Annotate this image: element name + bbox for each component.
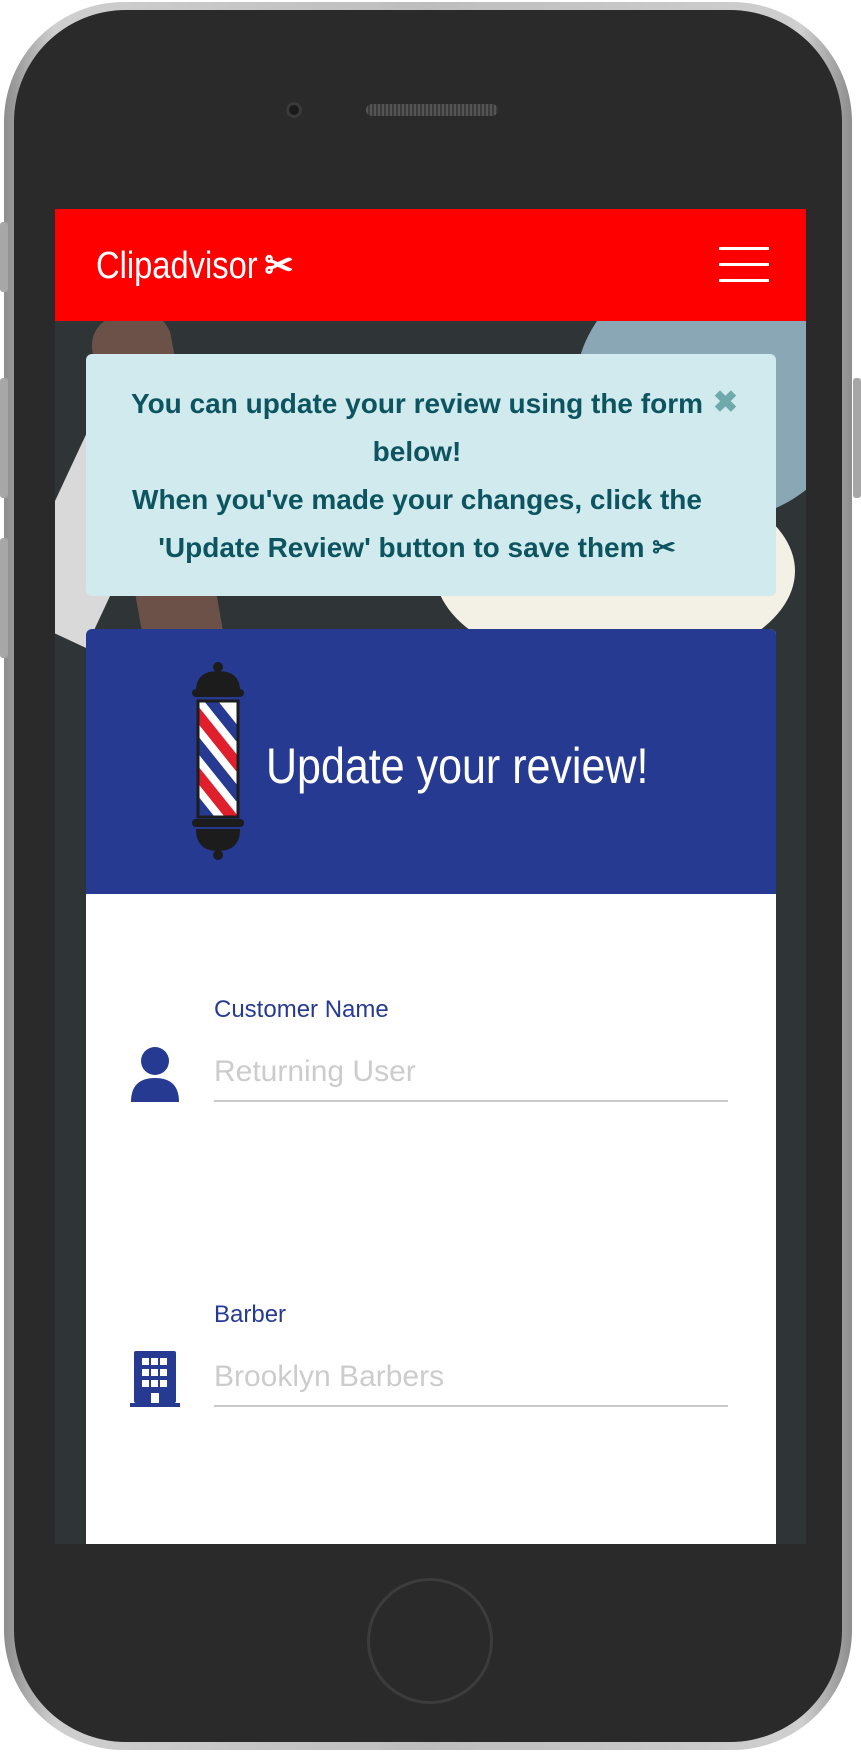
scissors-icon: ✂: [264, 244, 294, 288]
card-header: Update your review!: [86, 629, 776, 894]
navbar: Clipadvisor ✂: [55, 209, 806, 321]
screen: Clipadvisor ✂ ✖ You can update your revi…: [55, 209, 806, 1544]
brand-name: Clipadvisor: [96, 244, 258, 287]
user-icon: [131, 1047, 179, 1102]
hamburger-menu-icon[interactable]: [719, 245, 769, 283]
earpiece-speaker: [366, 104, 498, 116]
front-camera: [286, 102, 302, 118]
barber-input[interactable]: [214, 1349, 728, 1407]
barber-field: Barber: [86, 1199, 776, 1459]
customer-name-field: Customer Name: [86, 894, 776, 1154]
phone-volume-down: [0, 538, 8, 658]
customer-name-input[interactable]: [214, 1044, 728, 1102]
home-button[interactable]: [367, 1578, 493, 1704]
customer-name-label: Customer Name: [214, 996, 389, 1023]
review-form-card: Update your review! Customer Name Barber: [86, 629, 776, 1544]
phone-side-button: [0, 222, 8, 292]
close-icon[interactable]: ✖: [713, 388, 738, 418]
building-icon: [130, 1351, 180, 1407]
barber-pole-icon: [192, 662, 244, 860]
info-alert: ✖ You can update your review using the f…: [86, 354, 776, 596]
alert-message-line1: You can update your review using the for…: [130, 388, 704, 467]
alert-message-line2: When you've made your changes, click the…: [132, 484, 702, 563]
card-title: Update your review!: [266, 738, 649, 794]
phone-volume-up: [0, 378, 8, 498]
barber-label: Barber: [214, 1301, 287, 1328]
phone-power-button: [853, 378, 861, 498]
brand-link[interactable]: Clipadvisor ✂: [96, 243, 293, 289]
scissors-icon: ✂: [652, 532, 676, 563]
